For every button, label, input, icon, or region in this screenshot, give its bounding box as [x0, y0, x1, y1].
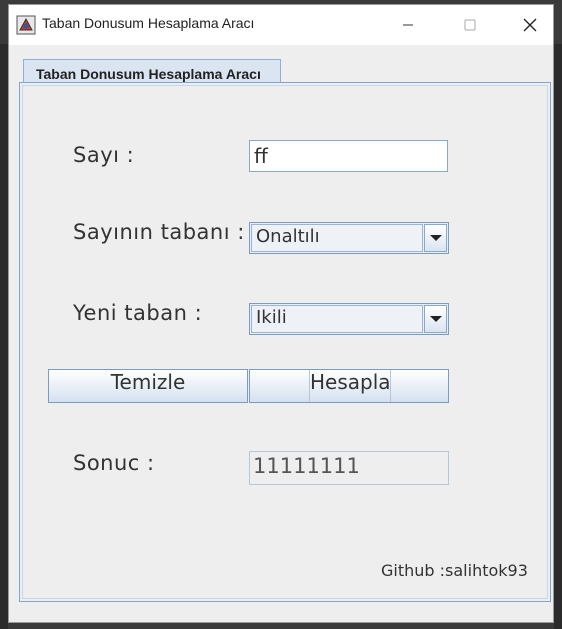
number-input[interactable]: ff	[249, 140, 448, 172]
maximize-button[interactable]	[447, 5, 493, 45]
base-select-value: Onaltılı	[251, 224, 423, 252]
chevron-down-icon	[429, 235, 442, 241]
java-app-icon	[16, 15, 36, 35]
close-button[interactable]	[507, 5, 553, 45]
background-desktop-right	[554, 44, 562, 629]
tab-main[interactable]: Taban Donusum Hesaplama Aracı	[23, 59, 281, 84]
result-field: 11111111	[249, 451, 449, 485]
close-icon	[523, 18, 537, 32]
new-base-dropdown-button[interactable]	[424, 305, 447, 333]
number-label: Sayı :	[73, 143, 135, 167]
app-window: Taban Donusum Hesaplama Aracı Taban Donu…	[8, 4, 554, 623]
github-credit: Github :salihtok93	[381, 561, 528, 580]
new-base-select-value: Ikili	[251, 305, 423, 333]
result-label: Sonuc :	[73, 451, 155, 475]
calculate-button-label: Hesapla	[309, 370, 391, 402]
minimize-icon	[403, 24, 413, 26]
background-desktop-left	[0, 44, 8, 629]
clear-button[interactable]: Temizle	[48, 369, 248, 403]
window-title: Taban Donusum Hesaplama Aracı	[42, 15, 255, 31]
base-label: Sayının tabanı :	[73, 220, 245, 244]
base-select[interactable]: Onaltılı	[249, 222, 449, 254]
title-bar[interactable]: Taban Donusum Hesaplama Aracı	[9, 5, 553, 45]
new-base-select[interactable]: Ikili	[249, 303, 449, 335]
calculate-button[interactable]: Hesapla	[249, 369, 449, 403]
new-base-label: Yeni taban :	[73, 301, 203, 325]
maximize-icon	[464, 19, 476, 31]
tab-panel: Sayı : ff Sayının tabanı : Onaltılı Yeni…	[19, 82, 551, 602]
base-dropdown-button[interactable]	[424, 224, 447, 252]
chevron-down-icon	[429, 316, 442, 322]
minimize-button[interactable]	[385, 5, 431, 45]
